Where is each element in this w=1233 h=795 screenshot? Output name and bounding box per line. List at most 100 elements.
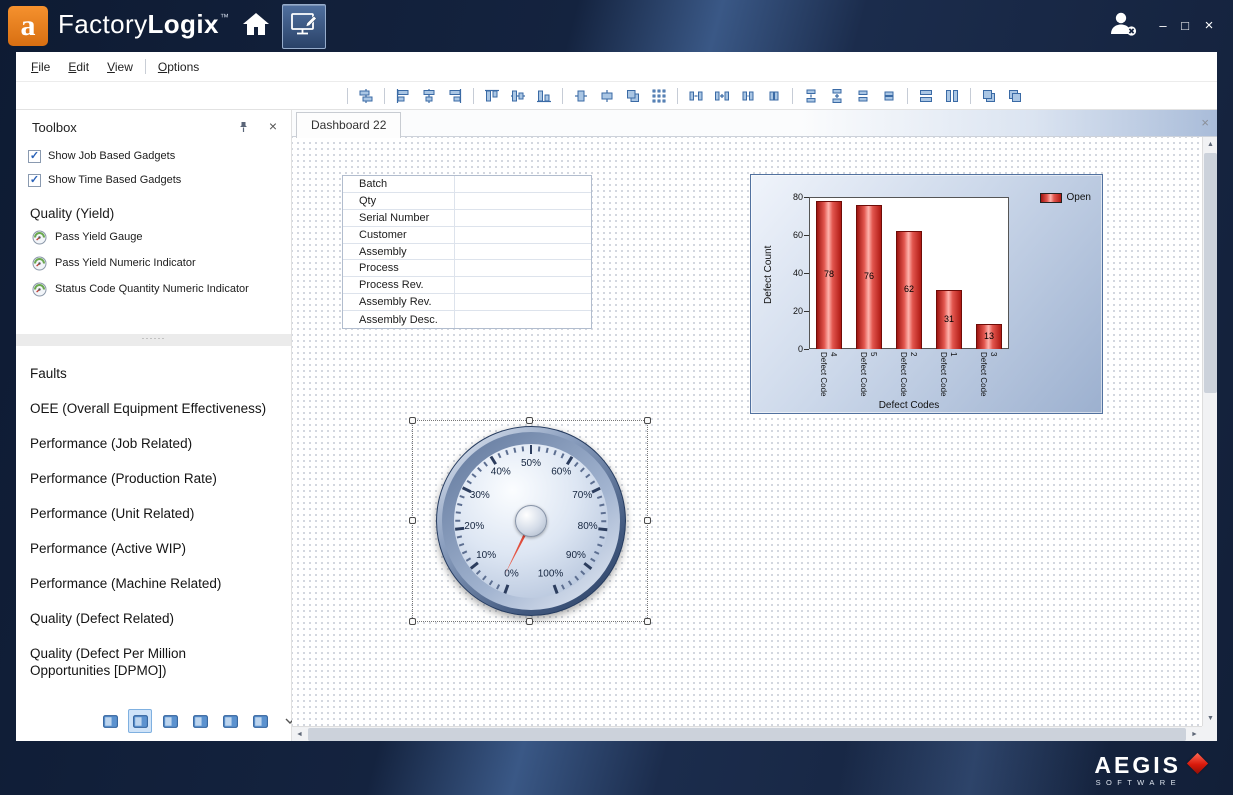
gauge-tick (505, 449, 508, 454)
gauge-gadget-selection[interactable]: 0%10%20%30%40%50%60%70%80%90%100% (412, 420, 648, 622)
scroll-left-icon[interactable]: ◄ (292, 727, 307, 742)
toolbox-category[interactable]: Faults (16, 356, 284, 391)
toolbox-gadget-item[interactable]: Pass Yield Numeric Indicator (16, 250, 291, 276)
gauge-tick (483, 575, 487, 580)
checkbox-label: Show Time Based Gadgets (48, 174, 181, 186)
remove-horizontal-spacing-icon[interactable] (763, 85, 785, 107)
x-tick-label: Defect Code 5 (858, 352, 880, 402)
send-to-back-icon[interactable] (1004, 85, 1026, 107)
checkbox-row-2[interactable]: ✓Show Time Based Gadgets (16, 168, 291, 192)
y-tick-label: 20 (779, 306, 803, 316)
tab-dashboard-22[interactable]: Dashboard 22 (296, 112, 401, 138)
gauge-gadget[interactable]: 0%10%20%30%40%50%60%70%80%90%100% (436, 426, 626, 616)
snap-to-gridlines-icon[interactable] (355, 85, 377, 107)
selection-handle-nw[interactable] (409, 417, 416, 424)
toolbox-gadget-list: Pass Yield Gauge Pass Yield Numeric Indic… (16, 224, 291, 302)
toolbar-divider (970, 88, 971, 104)
horizontal-scrollbar[interactable]: ◄ ► (292, 726, 1202, 741)
menu-item-view[interactable]: View (98, 56, 142, 78)
decrease-horizontal-spacing-icon[interactable] (737, 85, 759, 107)
gadget-view-icon-2[interactable] (128, 709, 152, 733)
toolbox-category[interactable]: Performance (Unit Related) (16, 496, 284, 531)
gauge-tick-label: 60% (544, 467, 578, 479)
equal-vertical-spacing-icon[interactable] (800, 85, 822, 107)
align-middles-icon[interactable] (507, 85, 529, 107)
home-button[interactable] (237, 4, 275, 49)
gauge-gadget-icon (32, 230, 47, 245)
maximize-button[interactable]: □ (1175, 17, 1195, 35)
gadget-view-icon-3[interactable] (158, 709, 182, 733)
toolbox-splitter[interactable]: ······ (16, 334, 291, 346)
bring-to-front-icon[interactable] (978, 85, 1000, 107)
gadget-view-icon-4[interactable] (188, 709, 212, 733)
horizontal-scroll-thumb[interactable] (308, 728, 1186, 741)
menu-item-options[interactable]: Options (149, 56, 208, 78)
close-button[interactable]: × (1199, 17, 1219, 35)
scroll-right-icon[interactable]: ► (1187, 727, 1202, 742)
selection-handle-se[interactable] (644, 618, 651, 625)
gadget-item-label: Pass Yield Numeric Indicator (55, 257, 196, 269)
equal-horizontal-spacing-icon[interactable] (685, 85, 707, 107)
gadget-item-label: Pass Yield Gauge (55, 231, 142, 243)
toolbox-category[interactable]: Performance (Machine Related) (16, 566, 284, 601)
table-gadget[interactable]: BatchQtySerial NumberCustomerAssemblyPro… (342, 175, 592, 329)
gauge-tick (594, 550, 599, 553)
pin-icon[interactable] (238, 121, 249, 136)
gadget-view-icon-1[interactable] (98, 709, 122, 733)
align-top-edges-icon[interactable] (481, 85, 503, 107)
checkbox-row-1[interactable]: ✓Show Job Based Gadgets (16, 144, 291, 168)
gauge-tick (561, 453, 565, 458)
menu-item-edit[interactable]: Edit (59, 56, 98, 78)
scroll-down-icon[interactable]: ▼ (1203, 711, 1218, 726)
toolbox-category[interactable]: OEE (Overall Equipment Effectiveness) (16, 391, 284, 426)
toolbar-divider (473, 88, 474, 104)
table-row: Assembly (343, 244, 591, 261)
home-icon (241, 11, 271, 42)
vertical-scroll-thumb[interactable] (1204, 153, 1217, 393)
toolbox-category[interactable]: Performance (Job Related) (16, 426, 284, 461)
selection-handle-sw[interactable] (409, 618, 416, 625)
increase-horizontal-spacing-icon[interactable] (711, 85, 733, 107)
make-same-size-icon[interactable] (622, 85, 644, 107)
center-horizontally-icon[interactable] (570, 85, 592, 107)
make-same-height-icon[interactable] (941, 85, 963, 107)
factorylogix-window: a FactoryLogix™ – □ × FileEditViewOption… (0, 0, 1233, 795)
toolbox-category[interactable]: Performance (Production Rate) (16, 461, 284, 496)
toolbox-gadget-item[interactable]: Pass Yield Gauge (16, 224, 291, 250)
minimize-button[interactable]: – (1153, 17, 1173, 35)
gauge-tick (467, 480, 472, 484)
align-left-edges-icon[interactable] (392, 85, 414, 107)
selection-handle-n[interactable] (526, 417, 533, 424)
gadget-view-icon-6[interactable] (248, 709, 272, 733)
gauge-tick (530, 445, 533, 454)
make-same-width-icon[interactable] (915, 85, 937, 107)
bar-chart-gadget[interactable]: Defect Count Defect Codes Open 020406080… (750, 174, 1103, 414)
scroll-up-icon[interactable]: ▲ (1203, 137, 1218, 152)
toolbox-category[interactable]: Performance (Active WIP) (16, 531, 284, 566)
dashboard-designer-button[interactable] (282, 4, 326, 49)
vertical-scrollbar[interactable]: ▲ ▼ (1202, 137, 1217, 726)
align-centers-horizontally-icon[interactable] (418, 85, 440, 107)
toolbox-close-icon[interactable]: × (269, 118, 277, 134)
selection-handle-e[interactable] (644, 517, 651, 524)
gadget-view-icon-5[interactable] (218, 709, 242, 733)
increase-vertical-spacing-icon[interactable] (826, 85, 848, 107)
table-row-value (455, 294, 591, 310)
toolbox-category[interactable]: Quality (Defect Per Million Opportunitie… (16, 636, 284, 688)
remove-vertical-spacing-icon[interactable] (878, 85, 900, 107)
toolbox-category[interactable]: Quality (Defect Related) (16, 601, 284, 636)
align-right-edges-icon[interactable] (444, 85, 466, 107)
document-close-icon[interactable]: × (1201, 115, 1209, 130)
selection-handle-w[interactable] (409, 517, 416, 524)
selection-handle-s[interactable] (526, 618, 533, 625)
decrease-vertical-spacing-icon[interactable] (852, 85, 874, 107)
design-canvas[interactable]: BatchQtySerial NumberCustomerAssemblyPro… (292, 137, 1202, 726)
toolbox-gadget-item[interactable]: Status Code Quantity Numeric Indicator (16, 276, 291, 302)
user-logout-button[interactable] (1107, 9, 1141, 41)
align-bottom-edges-icon[interactable] (533, 85, 555, 107)
gauge-tick (583, 562, 592, 570)
menu-item-file[interactable]: File (22, 56, 59, 78)
center-vertically-icon[interactable] (596, 85, 618, 107)
size-to-grid-icon[interactable] (648, 85, 670, 107)
selection-handle-ne[interactable] (644, 417, 651, 424)
